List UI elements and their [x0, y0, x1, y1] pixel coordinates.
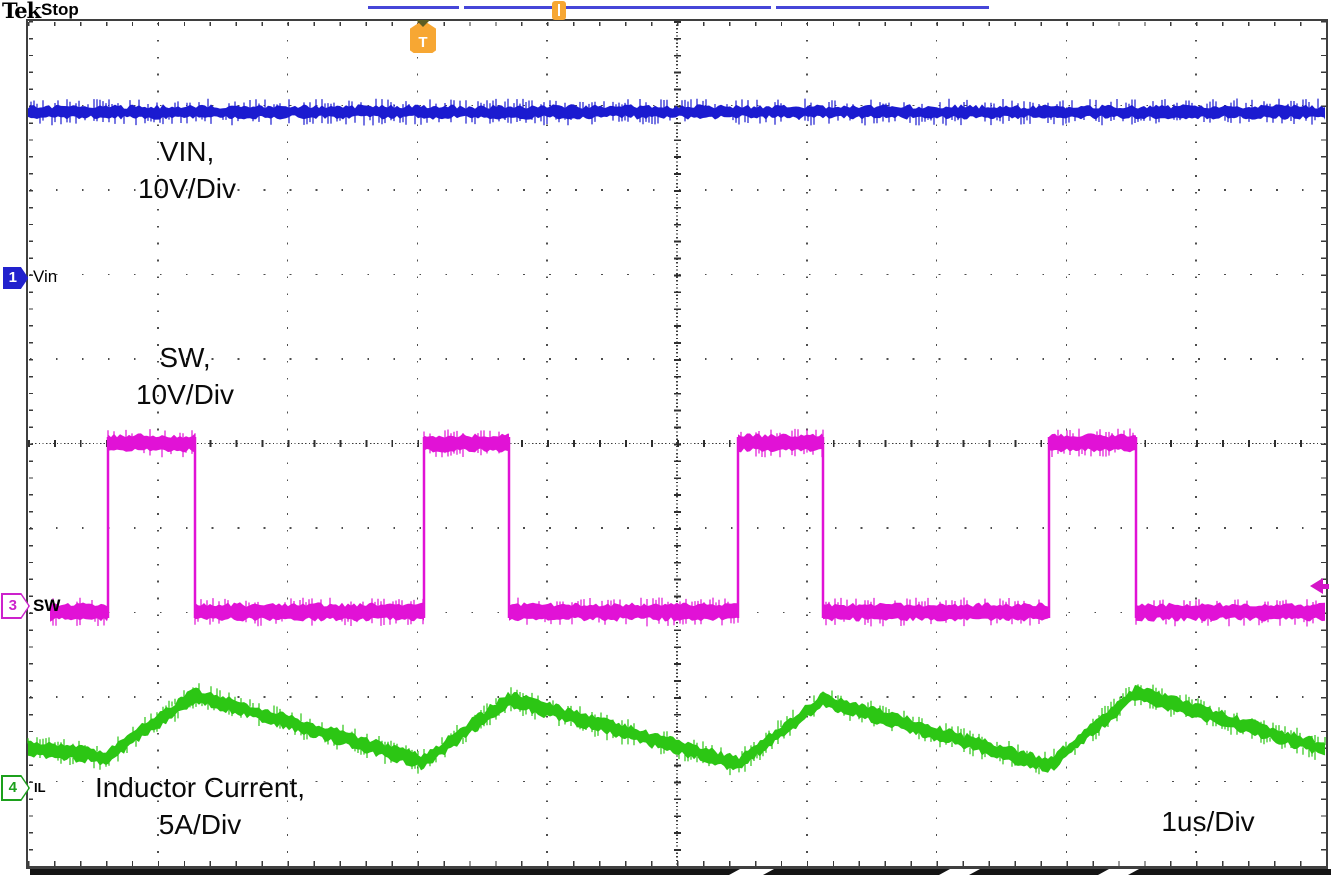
acquisition-status: Stop [41, 0, 79, 20]
timebase-label: 1us/Div [1108, 806, 1308, 838]
vin-annotation: VIN,10V/Div [92, 133, 282, 207]
tek-logo: Tek [2, 0, 40, 23]
waveform-canvas [0, 0, 1333, 875]
channel-3-digit: 3 [3, 595, 29, 618]
waveform-sw-high [108, 433, 195, 452]
record-position-marker-slit [558, 4, 560, 16]
waveform-sw-edges [108, 437, 1136, 618]
oscilloscope-screen: Tek Stop T 1 Vin 3 SW 4 IL VIN,10V/Div S… [0, 0, 1333, 875]
waveform-il [28, 685, 1325, 773]
record-view-segment [368, 6, 459, 9]
waveform-sw-low [1136, 602, 1325, 621]
il-annotation: Inductor Current,5A/Div [40, 769, 360, 843]
record-view-segment [464, 6, 771, 9]
trigger-level-arrow-tail [1322, 584, 1329, 589]
trigger-caret-icon [416, 20, 430, 27]
waveform-sw-high [1049, 433, 1136, 452]
channel-1-name: Vin [33, 267, 57, 287]
waveform-sw-high [424, 433, 509, 452]
sw-annotation: SW,10V/Div [90, 339, 280, 413]
record-view-segment [776, 6, 989, 9]
trigger-level-arrow[interactable] [1310, 578, 1330, 594]
channel-4-digit: 4 [3, 777, 29, 800]
channel-3-name: SW [33, 596, 60, 616]
channel-1-digit: 1 [3, 267, 29, 290]
record-position-marker[interactable] [552, 1, 566, 20]
